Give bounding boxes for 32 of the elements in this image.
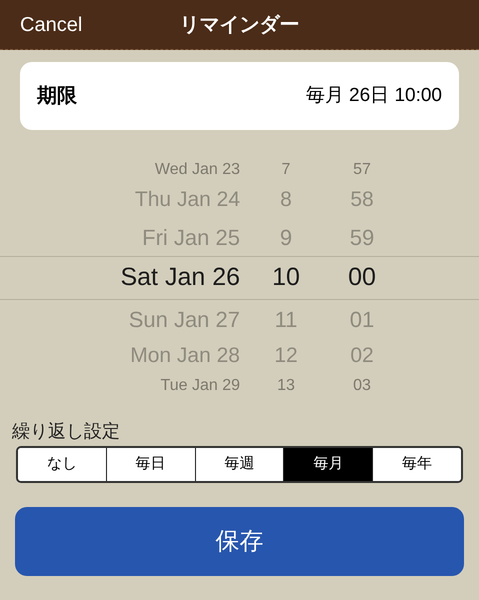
date-time-picker[interactable]: Wed Jan 23 7 57 Thu Jan 24 8 58 Fri Jan 25 9 59 Sat Jan 26 10 00 Sun Jan 27 11 01 Mon Jan 28 12 02 Tue Jan 29 13 03 xyxy=(0,162,479,394)
due-label: 期限 xyxy=(37,84,77,109)
minute-option: 58 xyxy=(332,184,392,216)
hour-option: 7 xyxy=(240,162,332,182)
date-option: Thu Jan 24 xyxy=(0,184,240,216)
hour-option: 10 xyxy=(240,259,332,297)
date-option: Mon Jan 28 xyxy=(0,340,240,372)
hour-option: 8 xyxy=(240,184,332,216)
cancel-button[interactable]: Cancel xyxy=(20,10,82,40)
repeat-option[interactable]: 毎月 xyxy=(283,448,372,481)
minute-option: 03 xyxy=(332,374,392,394)
minute-option: 57 xyxy=(332,162,392,182)
picker-row[interactable]: Sat Jan 26 10 00 xyxy=(0,256,479,300)
repeat-label: 繰り返し設定 xyxy=(12,420,121,442)
repeat-option[interactable]: 毎年 xyxy=(372,448,461,481)
hour-option: 11 xyxy=(240,302,332,336)
date-option: Sun Jan 27 xyxy=(0,302,240,336)
due-card[interactable]: 期限 毎月 26日 10:00 xyxy=(20,62,459,130)
minute-option: 01 xyxy=(332,302,392,336)
hour-option: 13 xyxy=(240,374,332,394)
minute-option: 59 xyxy=(332,220,392,254)
date-option: Sat Jan 26 xyxy=(0,259,240,297)
screen-title: リマインダー xyxy=(180,13,300,38)
save-button[interactable]: 保存 xyxy=(15,507,464,576)
due-value: 毎月 26日 10:00 xyxy=(306,84,442,108)
date-option: Wed Jan 23 xyxy=(0,162,240,182)
minute-option: 00 xyxy=(332,259,392,297)
hour-option: 12 xyxy=(240,340,332,372)
hour-option: 9 xyxy=(240,220,332,254)
date-option: Tue Jan 29 xyxy=(0,374,240,394)
minute-option: 02 xyxy=(332,340,392,372)
date-option: Fri Jan 25 xyxy=(0,220,240,254)
